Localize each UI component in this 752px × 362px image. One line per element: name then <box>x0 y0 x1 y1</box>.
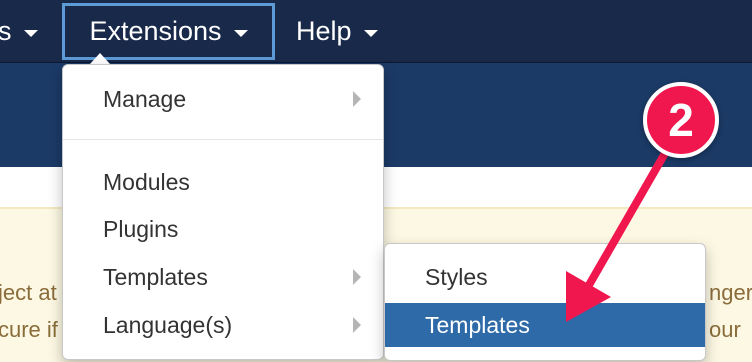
callout-arrow-icon <box>566 144 672 322</box>
step-number: 2 <box>668 94 694 146</box>
step-number-badge: 2 <box>643 82 719 158</box>
